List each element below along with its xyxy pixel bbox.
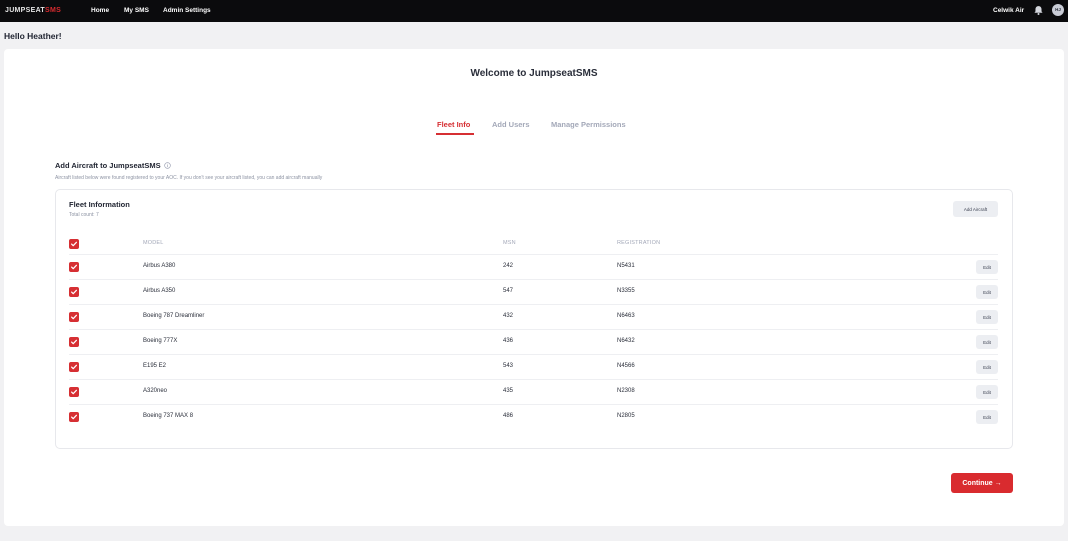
fleet-title: Fleet Information bbox=[69, 200, 130, 209]
cell-msn: 486 bbox=[503, 413, 514, 419]
cell-msn: 432 bbox=[503, 313, 514, 319]
continue-button[interactable]: Continue → bbox=[951, 473, 1013, 493]
row-divider bbox=[69, 404, 998, 405]
row-divider bbox=[69, 279, 998, 280]
page-title: Welcome to JumpseatSMS bbox=[470, 68, 598, 79]
cell-registration: N3355 bbox=[617, 288, 635, 294]
greeting: Hello Heather! bbox=[4, 31, 62, 41]
column-header-registration[interactable]: REGISTRATION bbox=[617, 240, 660, 246]
check-icon bbox=[71, 241, 77, 247]
check-icon bbox=[71, 314, 77, 320]
check-icon bbox=[71, 414, 77, 420]
logo-accent: SMS bbox=[45, 7, 62, 14]
nav-link-my-sms[interactable]: My SMS bbox=[124, 0, 149, 22]
edit-button[interactable]: Edit bbox=[976, 285, 998, 299]
cell-model: Boeing 787 Dreamliner bbox=[143, 313, 205, 319]
org-name[interactable]: Celwik Air bbox=[993, 0, 1024, 22]
bell-icon[interactable] bbox=[1033, 5, 1044, 16]
info-icon[interactable] bbox=[164, 162, 171, 169]
fleet-panel bbox=[55, 189, 1013, 449]
cell-msn: 547 bbox=[503, 288, 514, 294]
column-header-msn[interactable]: MSN bbox=[503, 240, 516, 246]
cell-msn: 435 bbox=[503, 388, 514, 394]
section-subtitle: Aircraft listed below were found registe… bbox=[55, 175, 323, 181]
row-checkbox[interactable] bbox=[69, 312, 79, 322]
nav-link-home[interactable]: Home bbox=[91, 0, 109, 22]
row-divider bbox=[69, 329, 998, 330]
cell-msn: 543 bbox=[503, 363, 514, 369]
edit-button[interactable]: Edit bbox=[976, 410, 998, 424]
check-icon bbox=[71, 289, 77, 295]
row-divider bbox=[69, 254, 998, 255]
check-icon bbox=[71, 339, 77, 345]
row-checkbox[interactable] bbox=[69, 287, 79, 297]
check-icon bbox=[71, 364, 77, 370]
cell-registration: N6463 bbox=[617, 313, 635, 319]
add-aircraft-button[interactable]: Add Aircraft bbox=[953, 201, 998, 217]
check-icon bbox=[71, 264, 77, 270]
cell-model: Airbus A380 bbox=[143, 263, 176, 269]
select-all-checkbox[interactable] bbox=[69, 239, 79, 249]
column-header-model[interactable]: MODEL bbox=[143, 240, 164, 246]
cell-registration: N6432 bbox=[617, 338, 635, 344]
cell-model: A320neo bbox=[143, 388, 168, 394]
edit-button[interactable]: Edit bbox=[976, 335, 998, 349]
row-checkbox[interactable] bbox=[69, 337, 79, 347]
edit-button[interactable]: Edit bbox=[976, 385, 998, 399]
row-checkbox[interactable] bbox=[69, 412, 79, 422]
tab-fleet-info[interactable]: Fleet Info bbox=[437, 120, 470, 129]
check-icon bbox=[71, 389, 77, 395]
row-checkbox[interactable] bbox=[69, 362, 79, 372]
cell-model: Boeing 777X bbox=[143, 338, 178, 344]
row-checkbox[interactable] bbox=[69, 387, 79, 397]
fleet-count: Total count: 7 bbox=[69, 212, 99, 218]
top-nav: JUMPSEATSMS Home My SMS Admin Settings C… bbox=[0, 0, 1068, 22]
edit-button[interactable]: Edit bbox=[976, 260, 998, 274]
edit-button[interactable]: Edit bbox=[976, 310, 998, 324]
cell-model: Boeing 737 MAX 8 bbox=[143, 413, 194, 419]
edit-button[interactable]: Edit bbox=[976, 360, 998, 374]
cell-msn: 242 bbox=[503, 263, 514, 269]
cell-registration: N5431 bbox=[617, 263, 635, 269]
cell-msn: 436 bbox=[503, 338, 514, 344]
cell-registration: N2308 bbox=[617, 388, 635, 394]
row-divider bbox=[69, 354, 998, 355]
active-tab-indicator bbox=[436, 133, 474, 135]
cell-model: E195 E2 bbox=[143, 363, 167, 369]
cell-registration: N2805 bbox=[617, 413, 635, 419]
row-divider bbox=[69, 379, 998, 380]
row-checkbox[interactable] bbox=[69, 262, 79, 272]
logo-main: JUMPSEAT bbox=[5, 7, 45, 14]
tab-add-users[interactable]: Add Users bbox=[492, 120, 530, 129]
avatar[interactable]: HJ bbox=[1052, 4, 1064, 16]
tab-manage-permissions[interactable]: Manage Permissions bbox=[551, 120, 626, 129]
nav-link-admin-settings[interactable]: Admin Settings bbox=[163, 0, 211, 22]
cell-registration: N4566 bbox=[617, 363, 635, 369]
logo[interactable]: JUMPSEATSMS bbox=[5, 0, 61, 22]
cell-model: Airbus A350 bbox=[143, 288, 176, 294]
row-divider bbox=[69, 304, 998, 305]
section-title: Add Aircraft to JumpseatSMS bbox=[55, 161, 161, 170]
